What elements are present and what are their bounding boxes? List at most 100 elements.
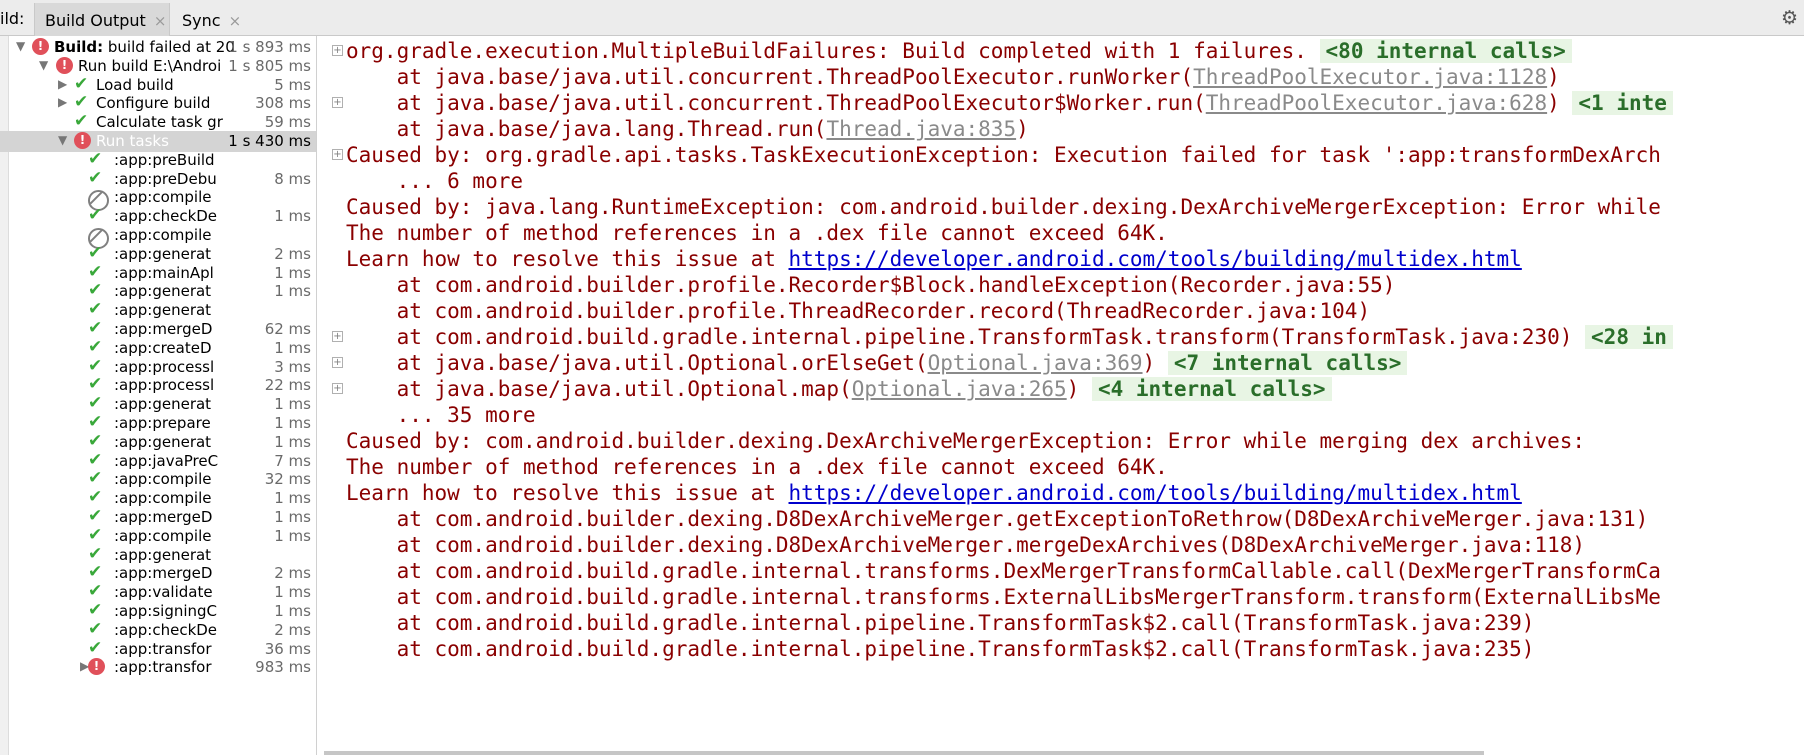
tree-row-label: :app:compile <box>114 526 212 545</box>
log-link[interactable]: https://developer.android.com/tools/buil… <box>789 247 1522 271</box>
tree-row-duration: 32 ms <box>264 470 311 489</box>
chevron-right-icon[interactable]: ▶ <box>58 95 67 109</box>
log-text: at com.android.builder.profile.ThreadRec… <box>346 299 1371 323</box>
tool-window-tabbar: ild: Build Output × Sync × ⚙ <box>0 0 1804 36</box>
fold-gutter <box>317 36 324 755</box>
check-icon: ✔ <box>88 242 103 263</box>
log-text: Learn how to resolve this issue at <box>346 247 789 271</box>
tab-build-output[interactable]: Build Output × <box>34 3 170 36</box>
tab-label: Build Output <box>45 11 146 30</box>
build-tree[interactable]: ▼! Build: build failed at 20 1 s 893 ms ▼! R… <box>0 36 317 755</box>
tab-label: Sync <box>182 11 221 30</box>
close-icon[interactable]: × <box>229 12 242 30</box>
tree-row-label: Build: build failed at 20 <box>54 38 235 56</box>
tree-row-label: :app:preBuild <box>114 150 215 169</box>
check-icon: ✔ <box>88 412 103 432</box>
log-text: ) <box>1547 65 1560 89</box>
log-text: The number of method references in a .de… <box>346 221 1168 245</box>
fold-toggle-icon[interactable]: + <box>332 383 343 394</box>
log-text: at java.base/java.util.Optional.map( <box>346 377 852 401</box>
tree-row-label: :app:processl <box>114 376 215 395</box>
tree-row-label: :app:signingC <box>114 602 218 620</box>
log-line: at com.android.builder.dexing.D8DexArchi… <box>346 532 1585 558</box>
check-icon: ✔ <box>88 355 103 376</box>
log-line: at com.android.builder.dexing.D8DexArchi… <box>346 506 1649 532</box>
log-line: The number of method references in a .de… <box>346 454 1168 480</box>
tree-row-label: :app:createD <box>114 338 212 357</box>
source-link[interactable]: Optional.java:369 <box>928 351 1143 375</box>
tree-row[interactable]: ▶!:app:transfor 983 ms <box>0 657 316 678</box>
internal-calls-chip[interactable]: <1 inte <box>1572 91 1673 115</box>
internal-calls-chip[interactable]: <80 internal calls> <box>1319 39 1572 63</box>
log-line: at java.base/java.util.concurrent.Thread… <box>346 64 1560 90</box>
check-icon: ✔ <box>88 336 103 357</box>
tree-row-duration: 7 ms <box>274 451 311 470</box>
log-line: + at java.base/java.util.concurrent.Thre… <box>332 90 1673 116</box>
tree-row-label: :app:checkDe <box>114 207 218 226</box>
tab-sync[interactable]: Sync × <box>172 3 262 36</box>
tree-row-label: :app:generat <box>114 301 212 320</box>
error-icon: ! <box>88 658 105 676</box>
close-icon[interactable]: × <box>154 12 167 30</box>
internal-calls-chip[interactable]: <4 internal calls> <box>1091 377 1332 401</box>
internal-calls-chip[interactable]: <7 internal calls> <box>1167 351 1408 375</box>
log-text: at com.android.builder.dexing.D8DexArchi… <box>346 533 1586 557</box>
fold-toggle-icon[interactable]: + <box>332 149 343 160</box>
check-icon: ✔ <box>88 562 103 583</box>
check-icon: ✔ <box>88 600 103 620</box>
tree-row-duration: 1 s 805 ms <box>228 56 311 75</box>
tree-row-label: :app:processl <box>114 357 215 376</box>
log-text: at com.android.build.gradle.internal.tra… <box>346 585 1661 609</box>
gear-icon[interactable]: ⚙ <box>1781 7 1798 29</box>
fold-toggle-icon[interactable]: + <box>332 331 343 342</box>
tree-row-label: :app:transfor <box>114 639 212 658</box>
log-text: ... 6 more <box>346 169 524 193</box>
log-text: ) <box>1142 351 1168 375</box>
log-line: ... 35 more <box>346 402 536 428</box>
log-line: at com.android.build.gradle.internal.tra… <box>346 558 1661 584</box>
log-line: + at java.base/java.util.Optional.orElse… <box>332 350 1408 376</box>
log-line: The number of method references in a .de… <box>346 220 1168 246</box>
tree-row-duration: 1 s 430 ms <box>228 132 311 150</box>
fold-toggle-icon[interactable]: + <box>332 97 343 108</box>
log-link[interactable]: https://developer.android.com/tools/buil… <box>789 481 1522 505</box>
tree-row-label: Calculate task gr <box>96 113 223 132</box>
tree-row-label: :app:generat <box>114 432 212 451</box>
source-link[interactable]: ThreadPoolExecutor.java:1128 <box>1193 65 1547 89</box>
tool-window-title: ild: <box>0 9 25 28</box>
fold-toggle-icon[interactable]: + <box>332 45 343 56</box>
build-log[interactable]: + org.gradle.execution.MultipleBuildFailu… <box>324 36 1804 755</box>
check-icon: ✔ <box>88 167 103 188</box>
tree-row-duration: 3 ms <box>274 357 311 376</box>
chevron-down-icon[interactable]: ▼ <box>58 133 67 147</box>
tree-row-duration: 59 ms <box>264 113 311 132</box>
check-icon: ✔ <box>88 205 103 226</box>
fold-toggle-icon[interactable]: + <box>332 357 343 368</box>
tree-row-duration: 5 ms <box>274 75 311 94</box>
log-text: The number of method references in a .de… <box>346 455 1168 479</box>
tree-row-label: Run tasks <box>96 132 169 150</box>
check-icon: ✔ <box>88 487 103 508</box>
error-icon: ! <box>56 56 73 74</box>
horizontal-scrollbar[interactable] <box>324 751 1484 755</box>
check-icon: ✔ <box>88 261 103 282</box>
tree-row-label: :app:compile <box>114 188 212 207</box>
log-line: + Caused by: org.gradle.api.tasks.TaskExe… <box>332 142 1661 168</box>
log-text: at com.android.builder.profile.Recorder$… <box>346 273 1396 297</box>
chevron-down-icon[interactable]: ▼ <box>39 58 48 72</box>
log-line: at com.android.builder.profile.ThreadRec… <box>346 298 1371 324</box>
source-link[interactable]: Thread.java:835 <box>826 117 1016 141</box>
log-text: at java.base/java.util.concurrent.Thread… <box>346 65 1194 89</box>
tree-row-label: :app:compile <box>114 470 212 489</box>
log-text: at java.base/java.lang.Thread.run( <box>346 117 827 141</box>
chevron-down-icon[interactable]: ▼ <box>16 39 25 53</box>
log-line: + at java.base/java.util.Optional.map(Op… <box>332 376 1332 402</box>
source-link[interactable]: ThreadPoolExecutor.java:628 <box>1206 91 1547 115</box>
tree-row-label: :app:mergeD <box>114 564 213 583</box>
log-text: at com.android.build.gradle.internal.pip… <box>346 637 1535 661</box>
tree-row-label: :app:checkDe <box>114 620 218 639</box>
check-icon: ✔ <box>88 280 103 301</box>
internal-calls-chip[interactable]: <28 in <box>1585 325 1673 349</box>
chevron-right-icon[interactable]: ▶ <box>58 77 67 91</box>
source-link[interactable]: Optional.java:265 <box>852 377 1067 401</box>
